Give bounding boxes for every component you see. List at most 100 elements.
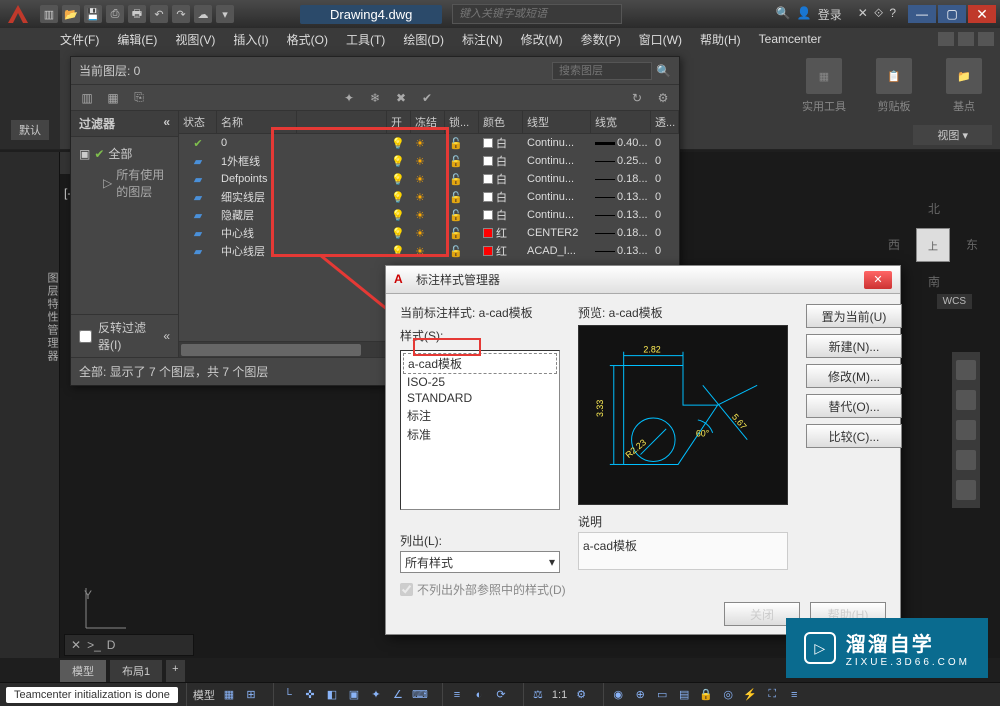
tab-layout1[interactable]: 布局1 bbox=[110, 660, 162, 682]
qat-new-icon[interactable]: ▥ bbox=[40, 5, 58, 23]
delete-layer-icon[interactable]: ✖ bbox=[393, 90, 409, 106]
style-item-iso25[interactable]: ISO-25 bbox=[403, 374, 557, 390]
filter-collapse-icon[interactable]: « bbox=[163, 115, 170, 132]
qat-save-icon[interactable]: 💾 bbox=[84, 5, 102, 23]
layer-lineweight[interactable]: 0.25... bbox=[591, 155, 651, 167]
ribbon-panel-clipboard[interactable]: 📋 剪贴板 bbox=[866, 58, 922, 114]
layer-lineweight[interactable]: 0.18... bbox=[591, 227, 651, 239]
qat-cloud-icon[interactable]: ☁ bbox=[194, 5, 212, 23]
styles-listbox[interactable]: a-cad模板 ISO-25 STANDARD 标注 标准 bbox=[400, 350, 560, 510]
menu-help[interactable]: 帮助(H) bbox=[700, 31, 741, 48]
exchange-icon[interactable]: ✕ bbox=[858, 6, 868, 23]
nav-showmotion-icon[interactable] bbox=[956, 480, 976, 500]
window-minimize-button[interactable]: — bbox=[908, 5, 936, 23]
dynamic-input-icon[interactable]: ⌨ bbox=[412, 687, 428, 703]
menu-modify[interactable]: 修改(M) bbox=[521, 31, 563, 48]
layer-linetype[interactable]: ACAD_I... bbox=[523, 245, 591, 257]
layer-lineweight[interactable]: 0.18... bbox=[591, 173, 651, 185]
window-close-button[interactable]: ✕ bbox=[968, 5, 996, 23]
qat-more-icon[interactable]: ▾ bbox=[216, 5, 234, 23]
set-current-icon[interactable]: ✔ bbox=[419, 90, 435, 106]
layer-transparency[interactable]: 0 bbox=[651, 227, 679, 239]
menu-tools[interactable]: 工具(T) bbox=[346, 31, 385, 48]
customize-icon[interactable]: ≡ bbox=[786, 687, 802, 703]
snap-icon[interactable]: ⊞ bbox=[243, 687, 259, 703]
layer-lineweight[interactable]: 0.13... bbox=[591, 191, 651, 203]
nav-orbit-icon[interactable] bbox=[956, 450, 976, 470]
ribbon-panel-base[interactable]: 📁 基点 bbox=[936, 58, 992, 114]
quickprop-icon[interactable]: ▤ bbox=[676, 687, 692, 703]
settings-gear-icon[interactable]: ⚙ bbox=[655, 90, 671, 106]
workspace-icon[interactable]: ◉ bbox=[610, 687, 626, 703]
lock-open-icon[interactable]: 🔓 bbox=[445, 137, 479, 150]
dialog-close-button[interactable]: ✕ bbox=[864, 271, 892, 289]
bulb-on-icon[interactable]: 💡 bbox=[387, 155, 411, 168]
menu-dimension[interactable]: 标注(N) bbox=[462, 31, 503, 48]
sun-freeze-icon[interactable]: ☀ bbox=[411, 245, 445, 258]
filter-used[interactable]: ▷所有使用的图层 bbox=[99, 164, 174, 202]
isolate-icon[interactable]: ◎ bbox=[720, 687, 736, 703]
col-linetype[interactable]: 线型 bbox=[523, 111, 591, 133]
search-icon[interactable]: 🔍 bbox=[656, 64, 671, 78]
sun-freeze-icon[interactable]: ☀ bbox=[411, 155, 445, 168]
filter-all[interactable]: ▣✔全部 bbox=[75, 143, 174, 164]
layer-linetype[interactable]: CENTER2 bbox=[523, 227, 591, 239]
ribbon-view-dropdown[interactable]: 视图 ▾ bbox=[913, 125, 992, 145]
viewcube-top-face[interactable]: 上 bbox=[916, 228, 950, 262]
menu-parametric[interactable]: 参数(P) bbox=[581, 31, 621, 48]
layer-row[interactable]: ▰1外框线💡☀🔓白Continu...0.25...0 bbox=[179, 152, 679, 170]
col-status[interactable]: 状态 bbox=[179, 111, 217, 133]
layer-search-input[interactable] bbox=[552, 62, 652, 80]
layer-color[interactable]: 白 bbox=[479, 207, 523, 223]
bulb-on-icon[interactable]: 💡 bbox=[387, 137, 411, 150]
layer-transparency[interactable]: 0 bbox=[651, 173, 679, 185]
close-cmdline-icon[interactable]: ✕ bbox=[71, 638, 81, 652]
layer-color[interactable]: 白 bbox=[479, 171, 523, 187]
lock-ui-icon[interactable]: 🔒 bbox=[698, 687, 714, 703]
layer-transparency[interactable]: 0 bbox=[651, 137, 679, 149]
freeze-layer-icon[interactable]: ❄ bbox=[367, 90, 383, 106]
sun-freeze-icon[interactable]: ☀ bbox=[411, 191, 445, 204]
cleanscreen-icon[interactable]: ⛶ bbox=[764, 687, 780, 703]
doc-close-icon[interactable] bbox=[978, 32, 994, 46]
style-item-biaozhun[interactable]: 标准 bbox=[403, 425, 557, 444]
ortho-icon[interactable]: └ bbox=[280, 687, 296, 703]
lock-open-icon[interactable]: 🔓 bbox=[445, 245, 479, 258]
layer-lineweight[interactable]: 0.40... bbox=[591, 137, 651, 149]
isodraft-icon[interactable]: ◧ bbox=[324, 687, 340, 703]
cycling-icon[interactable]: ⟳ bbox=[493, 687, 509, 703]
override-button[interactable]: 替代(O)... bbox=[806, 394, 902, 418]
sun-freeze-icon[interactable]: ☀ bbox=[411, 173, 445, 186]
lock-open-icon[interactable]: 🔓 bbox=[445, 191, 479, 204]
layer-color[interactable]: 红 bbox=[479, 225, 523, 241]
qat-undo-icon[interactable]: ↶ bbox=[150, 5, 168, 23]
qat-print-icon[interactable]: 🖶 bbox=[128, 5, 146, 23]
menu-view[interactable]: 视图(V) bbox=[175, 31, 215, 48]
3dosnap-icon[interactable]: ✦ bbox=[368, 687, 384, 703]
refresh-icon[interactable]: ↻ bbox=[629, 90, 645, 106]
polar-icon[interactable]: ✜ bbox=[302, 687, 318, 703]
layer-row[interactable]: ▰Defpoints💡☀🔓白Continu...0.18...0 bbox=[179, 170, 679, 188]
col-on[interactable]: 开 bbox=[387, 111, 411, 133]
ribbon-tab-default[interactable]: 默认 bbox=[11, 120, 49, 140]
signin-label[interactable]: 登录 bbox=[818, 6, 842, 23]
qat-open-icon[interactable]: 📂 bbox=[62, 5, 80, 23]
menu-insert[interactable]: 插入(I) bbox=[233, 31, 268, 48]
nav-zoom-icon[interactable] bbox=[956, 420, 976, 440]
tab-model[interactable]: 模型 bbox=[60, 660, 106, 682]
qat-saveas-icon[interactable]: ⎙ bbox=[106, 5, 124, 23]
col-lineweight[interactable]: 线宽 bbox=[591, 111, 651, 133]
signin-icon[interactable]: 👤 bbox=[797, 6, 812, 23]
transparency-icon[interactable]: ◐ bbox=[471, 687, 487, 703]
menu-format[interactable]: 格式(O) bbox=[287, 31, 328, 48]
layer-color[interactable]: 白 bbox=[479, 135, 523, 151]
layer-transparency[interactable]: 0 bbox=[651, 191, 679, 203]
bulb-on-icon[interactable]: 💡 bbox=[387, 245, 411, 258]
help-icon[interactable]: ? bbox=[889, 6, 896, 23]
grid-icon[interactable]: ▦ bbox=[221, 687, 237, 703]
cmd-text[interactable]: D bbox=[107, 638, 116, 652]
bulb-on-icon[interactable]: 💡 bbox=[387, 191, 411, 204]
style-item-standard[interactable]: STANDARD bbox=[403, 390, 557, 406]
col-transparency[interactable]: 透... bbox=[651, 111, 679, 133]
annomon-icon[interactable]: ⊕ bbox=[632, 687, 648, 703]
